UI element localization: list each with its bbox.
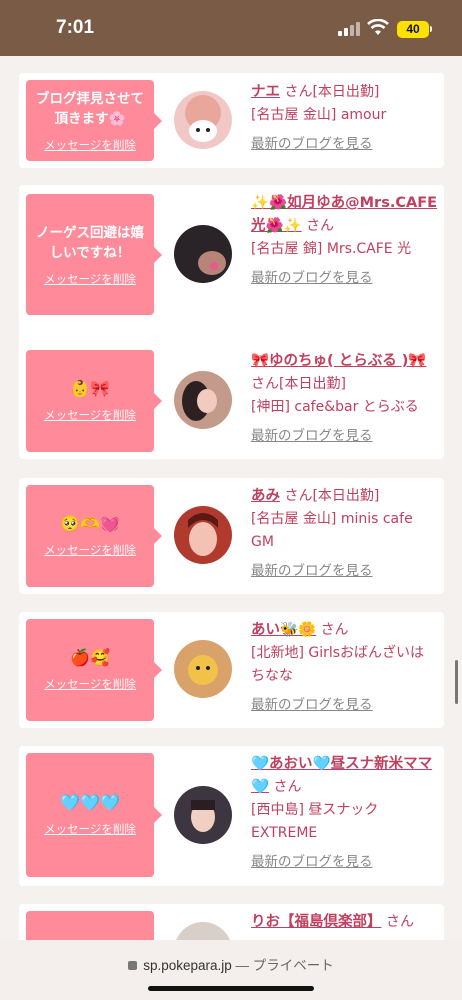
message-bubble: ブログ拝見させて頂きます🌸 メッセージを削除: [26, 80, 162, 161]
latest-blog-link[interactable]: 最新のブログを見る: [251, 560, 437, 583]
message-bubble: 🥺🫶💓 メッセージを削除: [26, 485, 162, 587]
latest-blog-link[interactable]: 最新のブログを見る: [251, 851, 437, 874]
cast-name-link[interactable]: 🎀ゆのちゅ( とらぶる )🎀: [251, 353, 426, 369]
cast-name-link[interactable]: あみ: [251, 488, 280, 504]
privacy-label: プライベート: [252, 958, 334, 973]
list-item: 🥺🫶💓 メッセージを削除 あみ さん[本日出勤] [名古屋 金山] minis …: [19, 478, 444, 594]
shop-location: [名古屋 錦] Mrs.CAFE 光: [251, 241, 412, 257]
shift-status: [本日出勤]: [312, 488, 380, 504]
delete-message-link[interactable]: メッセージを削除: [44, 542, 136, 558]
shop-location: [西中島] 昼スナック EXTREME: [251, 802, 379, 841]
message-text: 👶🎀: [70, 379, 110, 398]
message-text: ブログ拝見させて頂きます🌸: [36, 90, 144, 127]
cast-info: 🎀ゆのちゅ( とらぶる )🎀 さん[本日出勤] [神田] cafe&bar とら…: [251, 350, 437, 448]
list-item: 💛 りお【福島倶楽部】 さん: [19, 904, 444, 940]
delete-message-link[interactable]: メッセージを削除: [44, 407, 136, 423]
cast-info: ✨🌺如月ゆあ@Mrs.CAFE光🌺✨ さん [名古屋 錦] Mrs.CAFE 光…: [251, 192, 437, 290]
message-text: 🥺🫶💓: [60, 514, 120, 533]
latest-blog-link[interactable]: 最新のブログを見る: [251, 694, 437, 717]
avatar[interactable]: [174, 640, 232, 698]
battery-tip: [430, 26, 432, 32]
url-separator: —: [235, 958, 250, 973]
avatar[interactable]: [174, 91, 232, 149]
scrollbar[interactable]: [455, 660, 458, 704]
shop-location: [神田] cafe&bar とらぶる: [251, 399, 419, 415]
message-text: 🩵🩵🩵: [60, 793, 120, 812]
latest-blog-link[interactable]: 最新のブログを見る: [251, 425, 437, 448]
honorific: さん: [273, 779, 302, 795]
shift-status: [本日出勤]: [312, 84, 380, 100]
browser-address-bar[interactable]: sp.pokepara.jp — プライベート: [0, 940, 462, 1000]
list-item: ブログ拝見させて頂きます🌸 メッセージを削除 ナエ さん[本日出勤] [名古屋 …: [19, 73, 444, 168]
cast-name-link[interactable]: りお【福島倶楽部】: [251, 914, 382, 930]
message-text: 🍎🥰: [70, 648, 110, 667]
delete-message-link[interactable]: メッセージを削除: [44, 676, 136, 692]
shop-location: [北新地] Girlsおばんざいはちなな: [251, 645, 425, 684]
cast-name-link[interactable]: ナエ: [251, 84, 280, 100]
cast-info: 🩵あおい🩵昼スナ新米ママ🩵 さん [西中島] 昼スナック EXTREME 最新の…: [251, 753, 437, 874]
lock-icon: [128, 961, 138, 970]
message-list[interactable]: ブログ拝見させて頂きます🌸 メッセージを削除 ナエ さん[本日出勤] [名古屋 …: [0, 56, 462, 940]
message-bubble: ノーゲス回避は嬉しいですね！ メッセージを削除: [26, 194, 162, 315]
url-display[interactable]: sp.pokepara.jp — プライベート: [0, 954, 462, 974]
shop-location: [名古屋 金山] amour: [251, 107, 387, 123]
avatar[interactable]: [174, 922, 232, 940]
delete-message-link[interactable]: メッセージを削除: [44, 821, 136, 837]
honorific: さん: [284, 488, 313, 504]
message-text: ノーゲス回避は嬉しいですね！: [36, 224, 144, 261]
message-bubble: 🍎🥰 メッセージを削除: [26, 619, 162, 721]
cast-info: りお【福島倶楽部】 さん: [251, 911, 437, 934]
cellular-signal-icon: [338, 22, 360, 36]
home-indicator[interactable]: [148, 986, 314, 991]
avatar[interactable]: [174, 225, 232, 283]
list-item: 🍎🥰 メッセージを削除 あい🐝🌼 さん [北新地] Girlsおばんざいはちなな…: [19, 612, 444, 728]
honorific: さん: [306, 218, 335, 234]
status-bar: 7:01 40: [0, 0, 462, 56]
avatar[interactable]: [174, 506, 232, 564]
honorific: さん: [320, 622, 349, 638]
delete-message-link[interactable]: メッセージを削除: [44, 271, 136, 287]
cast-info: あみ さん[本日出勤] [名古屋 金山] minis cafe GM 最新のブロ…: [251, 485, 437, 583]
cast-info: ナエ さん[本日出勤] [名古屋 金山] amour 最新のブログを見る: [251, 81, 437, 156]
honorific: さん: [251, 376, 279, 392]
cast-name-link[interactable]: ✨🌺如月ゆあ@Mrs.CAFE光🌺✨: [251, 195, 437, 234]
cast-info: あい🐝🌼 さん [北新地] Girlsおばんざいはちなな 最新のブログを見る: [251, 619, 437, 717]
list-item: 👶🎀 メッセージを削除 🎀ゆのちゅ( とらぶる )🎀 さん[本日出勤] [神田]…: [19, 343, 444, 459]
wifi-icon: [367, 19, 389, 35]
honorific: さん: [284, 84, 313, 100]
shift-status: [本日出勤]: [279, 376, 346, 392]
cast-name-link[interactable]: あい🐝🌼: [251, 622, 316, 638]
message-bubble: 💛: [26, 911, 154, 940]
avatar[interactable]: [174, 371, 232, 429]
url-domain: sp.pokepara.jp: [143, 958, 232, 973]
shop-location: [名古屋 金山] minis cafe GM: [251, 511, 413, 550]
latest-blog-link[interactable]: 最新のブログを見る: [251, 133, 437, 156]
status-time: 7:01: [56, 17, 95, 38]
latest-blog-link[interactable]: 最新のブログを見る: [251, 267, 437, 290]
message-bubble: 👶🎀 メッセージを削除: [26, 350, 162, 452]
honorific: さん: [385, 914, 414, 930]
battery-icon: 40: [397, 21, 429, 38]
message-bubble: 🩵🩵🩵 メッセージを削除: [26, 753, 162, 877]
avatar[interactable]: [174, 786, 232, 844]
list-item: 🩵🩵🩵 メッセージを削除 🩵あおい🩵昼スナ新米ママ🩵 さん [西中島] 昼スナッ…: [19, 746, 444, 886]
delete-message-link[interactable]: メッセージを削除: [44, 137, 136, 153]
